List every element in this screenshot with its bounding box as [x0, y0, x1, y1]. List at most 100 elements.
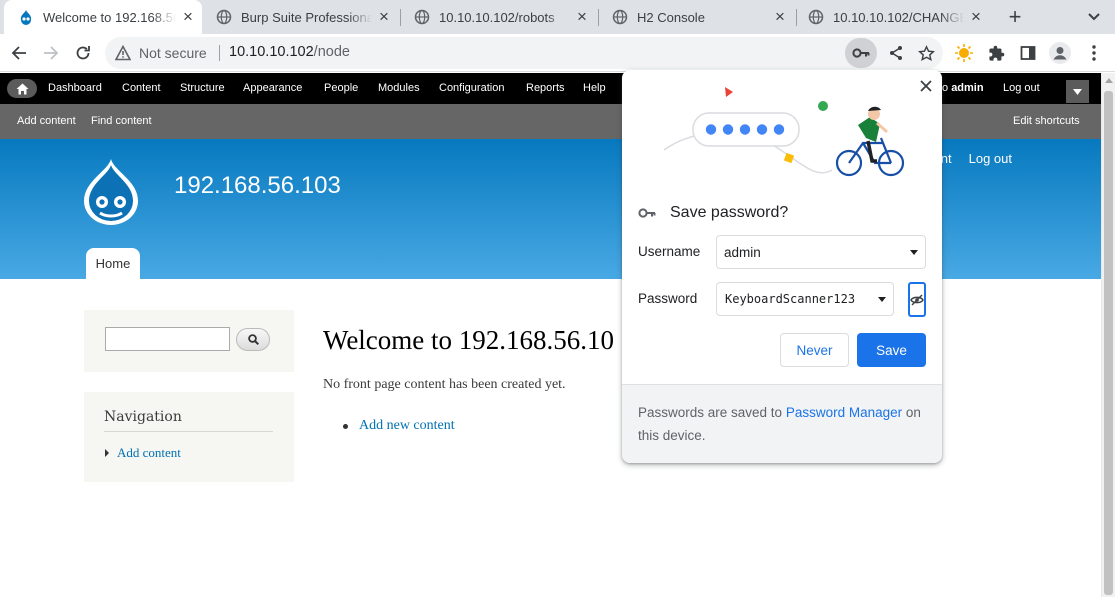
- dialog-footer: Passwords are saved to Password Manager …: [622, 384, 942, 463]
- admin-menu-appearance[interactable]: Appearance: [243, 82, 302, 94]
- cyclist-illustration: [663, 87, 905, 177]
- my-account-link[interactable]: nt: [941, 151, 952, 166]
- tab-title: 10.10.10.102/CHANGELOG: [833, 9, 964, 25]
- close-icon[interactable]: ×: [372, 5, 396, 29]
- tab-title: 10.10.10.102/robots: [439, 9, 555, 25]
- shortcuts-toggle-icon[interactable]: [1066, 80, 1089, 103]
- tab-burp[interactable]: Burp Suite Professional ×: [202, 0, 398, 34]
- password-key-icon[interactable]: [845, 38, 877, 68]
- side-panel-icon[interactable]: [1013, 38, 1043, 68]
- empty-front-page-message: No front page content has been created y…: [323, 377, 566, 392]
- tab-changelog[interactable]: 10.10.10.102/CHANGELOG ×: [794, 0, 990, 34]
- tab-h2-console[interactable]: H2 Console ×: [598, 0, 794, 34]
- page-scrollbar[interactable]: [1101, 73, 1115, 597]
- eye-off-icon: [910, 294, 924, 305]
- browser-toolbar: Not secure 10.10.10.102/node: [0, 34, 1115, 72]
- password-manager-link[interactable]: Password Manager: [786, 405, 902, 420]
- password-select[interactable]: KeyboardScanner123: [716, 282, 894, 316]
- admin-menu-modules[interactable]: Modules: [378, 82, 420, 94]
- admin-logout-link[interactable]: Log out: [1003, 82, 1040, 94]
- url-text[interactable]: 10.10.10.102/node: [229, 44, 350, 60]
- edit-shortcuts-link[interactable]: Edit shortcuts: [1013, 115, 1080, 127]
- drupal-favicon-icon: [20, 10, 32, 25]
- page-title: Welcome to 192.168.56.10: [323, 325, 615, 355]
- admin-menu-structure[interactable]: Structure: [180, 82, 225, 94]
- new-tab-plus-icon[interactable]: +: [1003, 4, 1027, 29]
- admin-menu-content[interactable]: Content: [122, 82, 161, 94]
- secondary-menu: nt Log out: [941, 151, 1012, 166]
- globe-icon: [612, 9, 628, 25]
- tab-strip: Welcome to 192.168.56.103 × Burp Suite P…: [0, 0, 1115, 34]
- search-block: [84, 310, 294, 372]
- admin-menu-dashboard[interactable]: Dashboard: [48, 82, 102, 94]
- tab-search-chevron-icon[interactable]: [1082, 5, 1106, 29]
- admin-menu-help[interactable]: Help: [583, 82, 606, 94]
- tab-welcome[interactable]: Welcome to 192.168.56.103 ×: [4, 0, 202, 34]
- url-path: /node: [313, 44, 350, 60]
- bullet: [343, 424, 348, 429]
- hello-fragment: o: [942, 82, 949, 94]
- tab-title: Welcome to 192.168.56.103: [43, 9, 176, 25]
- admin-home-icon[interactable]: [7, 79, 37, 98]
- scroll-thumb[interactable]: [1104, 91, 1113, 595]
- kebab-menu-icon[interactable]: [1079, 38, 1109, 68]
- share-icon[interactable]: [881, 38, 911, 68]
- admin-menu-reports[interactable]: Reports: [526, 82, 565, 94]
- navigation-block: Navigation Add content: [84, 392, 294, 482]
- tab-home[interactable]: Home: [86, 248, 140, 279]
- bookmark-star-icon[interactable]: [911, 38, 941, 68]
- navigation-title: Navigation: [104, 409, 182, 425]
- never-button[interactable]: Never: [780, 333, 849, 367]
- search-input[interactable]: [105, 327, 230, 351]
- warning-triangle-icon[interactable]: [115, 45, 131, 61]
- close-icon[interactable]: ×: [964, 5, 988, 29]
- close-icon[interactable]: ×: [768, 5, 792, 29]
- shortcut-find-content[interactable]: Find content: [91, 115, 152, 127]
- save-password-dialog: Save password? Username admin Password K…: [622, 70, 942, 463]
- nav-add-content-link[interactable]: Add content: [117, 445, 181, 461]
- reload-icon[interactable]: [68, 38, 98, 68]
- globe-icon: [216, 9, 232, 25]
- globe-icon: [414, 9, 430, 25]
- scroll-up-arrow-icon[interactable]: [1105, 78, 1113, 83]
- collapsed-arrow-icon: [105, 449, 109, 457]
- password-label: Password: [638, 291, 698, 306]
- divider: [104, 431, 273, 432]
- admin-username[interactable]: admin: [951, 82, 983, 94]
- header-logout-link[interactable]: Log out: [969, 151, 1012, 166]
- profile-avatar-icon[interactable]: [1045, 38, 1075, 68]
- drupal-logo-icon[interactable]: [80, 157, 142, 225]
- shortcut-add-content[interactable]: Add content: [17, 115, 76, 127]
- footer-text: Passwords are saved to Password Manager …: [638, 401, 928, 447]
- forward-arrow-icon[interactable]: [36, 38, 66, 68]
- footer-prefix: Passwords are saved to: [638, 405, 786, 420]
- globe-icon: [808, 9, 824, 25]
- tab-robots[interactable]: 10.10.10.102/robots ×: [400, 0, 596, 34]
- search-button[interactable]: [236, 328, 270, 351]
- site-name[interactable]: 192.168.56.103: [174, 172, 341, 200]
- tab-title: Burp Suite Professional: [241, 9, 372, 25]
- search-icon: [247, 334, 259, 345]
- extension-sun-icon[interactable]: [949, 38, 979, 68]
- omnibox-divider: [219, 45, 220, 61]
- save-button[interactable]: Save: [857, 333, 926, 367]
- address-bar[interactable]: Not secure 10.10.10.102/node: [105, 37, 943, 69]
- close-icon[interactable]: ×: [570, 5, 594, 29]
- close-icon[interactable]: ×: [176, 5, 200, 29]
- extensions-puzzle-icon[interactable]: [981, 38, 1011, 68]
- not-secure-label[interactable]: Not secure: [139, 45, 207, 61]
- add-new-content-link[interactable]: Add new content: [359, 418, 455, 434]
- tab-title: H2 Console: [637, 9, 705, 25]
- username-value: admin: [724, 245, 761, 260]
- close-icon[interactable]: [914, 74, 938, 98]
- dropdown-arrow-icon: [878, 297, 886, 302]
- username-select[interactable]: admin: [716, 235, 926, 269]
- username-label: Username: [638, 244, 701, 259]
- admin-menu-configuration[interactable]: Configuration: [439, 82, 504, 94]
- password-value: KeyboardScanner123: [725, 292, 856, 306]
- back-arrow-icon[interactable]: [4, 38, 34, 68]
- admin-menu-people[interactable]: People: [324, 82, 358, 94]
- toggle-password-visibility-button[interactable]: [908, 282, 926, 317]
- url-host: 10.10.10.102: [229, 44, 314, 60]
- hello-user-text: o admin: [942, 82, 984, 94]
